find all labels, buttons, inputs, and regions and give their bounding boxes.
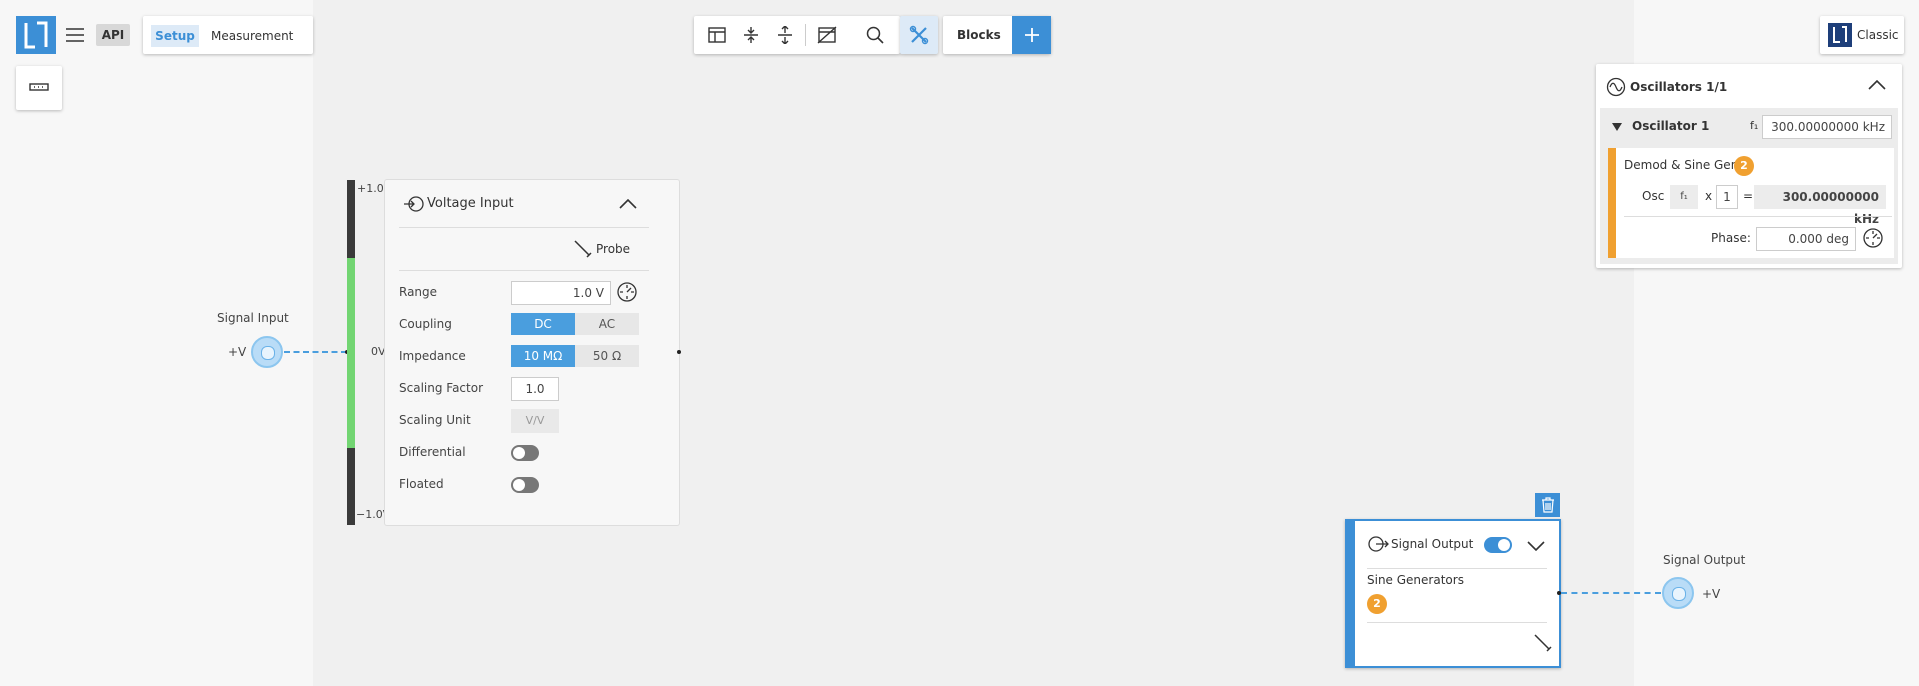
differential-toggle[interactable] xyxy=(511,445,539,461)
coupling-ac-option[interactable]: AC xyxy=(575,313,639,335)
signal-output-port-label: Signal Output xyxy=(1663,553,1746,567)
api-button[interactable]: API xyxy=(96,24,130,46)
impedance-selector: 10 MΩ 50 Ω xyxy=(511,345,639,367)
signal-output-block: Signal Output Sine Generators 2 xyxy=(1345,519,1561,668)
differential-label: Differential xyxy=(399,445,466,459)
classic-label: Classic xyxy=(1857,28,1899,42)
phase-input[interactable]: 0.000 deg xyxy=(1756,227,1856,251)
plus-icon xyxy=(1024,27,1040,43)
demod-sine-gen-badge: 2 xyxy=(1734,156,1754,176)
signal-output-title: Signal Output xyxy=(1391,537,1474,551)
toolbar xyxy=(694,16,900,54)
delete-block-button[interactable] xyxy=(1535,493,1560,517)
voltage-output-dot[interactable] xyxy=(677,350,681,354)
probe-icon[interactable] xyxy=(1533,633,1553,653)
layout-button[interactable] xyxy=(700,16,734,54)
oscillator-1-row: Oscillator 1 f₁ 300.00000000 kHz Demod &… xyxy=(1600,108,1898,264)
coupling-dc-option[interactable]: DC xyxy=(511,313,575,335)
coupling-label: Coupling xyxy=(399,317,452,331)
scaling-unit-input: V/V xyxy=(511,409,559,433)
mode-tabs: Setup Measurement xyxy=(143,16,313,54)
signal-output-icon xyxy=(1367,535,1389,553)
header-menu-bar: API xyxy=(58,16,140,54)
autorange-icon[interactable] xyxy=(616,281,638,303)
probe-icon[interactable] xyxy=(573,239,593,259)
osc-frequency-ref[interactable]: f₁ xyxy=(1670,185,1698,209)
oscillator-1-name: Oscillator 1 xyxy=(1632,119,1710,133)
hamburger-menu-icon[interactable] xyxy=(66,26,84,44)
multiplier-input[interactable]: 1 xyxy=(1716,185,1738,209)
sine-generators-label: Sine Generators xyxy=(1367,573,1464,587)
signal-input-sign: +V xyxy=(228,345,247,359)
scaling-unit-label: Scaling Unit xyxy=(399,413,471,427)
probe-label[interactable]: Probe xyxy=(596,242,630,256)
output-connection xyxy=(1561,592,1661,594)
phase-autoset-icon[interactable] xyxy=(1862,227,1884,249)
layout-icon xyxy=(708,27,726,43)
search-icon xyxy=(866,26,884,44)
sine-generators-badge: 2 xyxy=(1367,594,1387,614)
expand-button[interactable] xyxy=(768,16,802,54)
collapse-icon xyxy=(743,26,759,44)
app-logo[interactable] xyxy=(16,16,56,54)
tools-icon xyxy=(909,25,929,45)
sine-wave-icon xyxy=(1606,77,1626,97)
rack-icon-button[interactable] xyxy=(16,66,62,110)
blocks-panel: Blocks xyxy=(943,16,1051,54)
oscillators-title: Oscillators 1/1 xyxy=(1630,80,1728,94)
osc-label: Osc xyxy=(1642,189,1665,203)
frequency-symbol: f₁ xyxy=(1750,119,1759,132)
classic-logo-icon xyxy=(1828,23,1852,47)
voltage-meter xyxy=(347,180,355,525)
impedance-label: Impedance xyxy=(399,349,466,363)
tab-setup[interactable]: Setup xyxy=(151,25,199,47)
tools-toggle-button[interactable] xyxy=(900,16,938,54)
signal-output-port-sign: +V xyxy=(1702,587,1721,601)
demod-sine-gen-label: Demod & Sine Gen xyxy=(1624,158,1739,172)
signal-input-label: Signal Input xyxy=(217,311,289,325)
hide-panels-icon xyxy=(817,26,837,44)
frequency-input[interactable]: 300.00000000 kHz xyxy=(1762,115,1892,139)
floated-toggle[interactable] xyxy=(511,477,539,493)
equals-symbol: = xyxy=(1743,189,1754,203)
range-input[interactable]: 1.0 V xyxy=(511,281,611,305)
signal-output-port[interactable] xyxy=(1662,577,1694,609)
classic-button[interactable]: Classic xyxy=(1820,16,1904,54)
voltage-input-block: Voltage Input Probe Range 1.0 V Coupling… xyxy=(385,180,679,525)
search-button[interactable] xyxy=(858,16,892,54)
scaling-factor-label: Scaling Factor xyxy=(399,381,484,395)
trash-icon xyxy=(1541,497,1555,513)
phase-label: Phase: xyxy=(1711,231,1751,245)
tab-measurement[interactable]: Measurement xyxy=(211,25,293,47)
blocks-label[interactable]: Blocks xyxy=(957,16,1001,54)
range-label: Range xyxy=(399,285,438,299)
hide-panels-button[interactable] xyxy=(810,16,844,54)
signal-input-port[interactable] xyxy=(251,336,283,368)
voltage-input-title: Voltage Input xyxy=(427,196,514,211)
collapse-chevron-icon[interactable] xyxy=(617,194,639,214)
rack-icon xyxy=(29,82,49,92)
meter-mid-label: 0V xyxy=(371,345,386,358)
expand-icon xyxy=(777,26,793,44)
voltage-meter-level xyxy=(347,258,355,448)
coupling-selector: DC AC xyxy=(511,313,639,335)
input-connection xyxy=(284,351,347,353)
expand-chevron-icon[interactable] xyxy=(1527,541,1545,551)
multiplier-symbol: x xyxy=(1705,189,1713,203)
scaling-factor-input[interactable]: 1.0 xyxy=(511,377,559,401)
voltage-input-icon xyxy=(403,195,425,213)
impedance-10mohm-option[interactable]: 10 MΩ xyxy=(511,345,575,367)
add-block-button[interactable] xyxy=(1012,16,1051,54)
collapse-button[interactable] xyxy=(734,16,768,54)
collapse-chevron-icon[interactable] xyxy=(1868,80,1886,90)
signal-output-enable-toggle[interactable] xyxy=(1484,537,1512,553)
expand-triangle-icon[interactable] xyxy=(1612,123,1622,131)
impedance-50ohm-option[interactable]: 50 Ω xyxy=(575,345,639,367)
demod-sine-gen-section: Demod & Sine Gen 2 Osc f₁ x 1 = 300.0000… xyxy=(1608,148,1894,258)
floated-label: Floated xyxy=(399,477,444,491)
oscillators-panel: Oscillators 1/1 Oscillator 1 f₁ 300.0000… xyxy=(1596,64,1902,268)
result-frequency: 300.00000000 kHz xyxy=(1754,185,1886,226)
